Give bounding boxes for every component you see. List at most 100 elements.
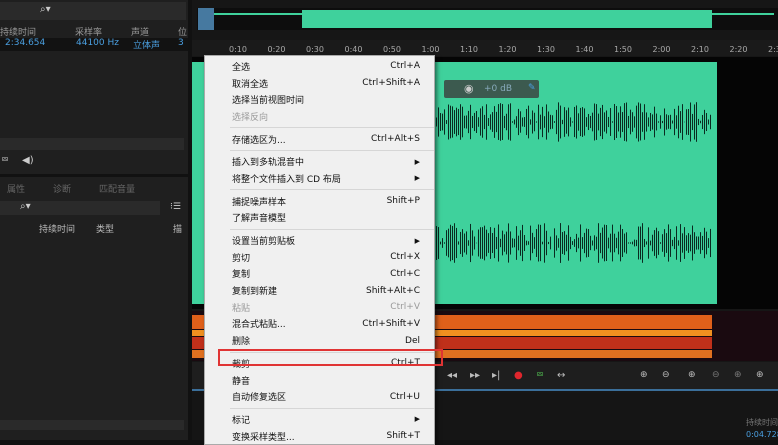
- menu-item[interactable]: 设置当前剪贴板▶: [205, 232, 434, 249]
- panel-divider: [0, 174, 190, 177]
- waveform-spike: [630, 110, 631, 135]
- waveform-spike: [456, 228, 457, 258]
- zoom-amplitude-out-icon[interactable]: ⊖: [662, 370, 670, 380]
- menu-item[interactable]: 插入到多轨混音中▶: [205, 153, 434, 170]
- ruler-tick: 1:00: [422, 45, 440, 54]
- waveform-spike: [460, 232, 461, 254]
- waveform-spike: [592, 240, 593, 245]
- col-bits[interactable]: 位: [178, 25, 187, 38]
- waveform-spike: [532, 110, 533, 133]
- waveform-spike: [632, 112, 633, 132]
- menu-item[interactable]: 标记▶: [205, 411, 434, 428]
- zoom-out-icon[interactable]: ⊖: [712, 370, 720, 380]
- zoom-selection-icon[interactable]: ⊕: [734, 370, 742, 380]
- waveform-spike: [668, 224, 669, 261]
- waveform-spike: [520, 230, 521, 256]
- menu-item-shortcut: Shift+Alt+C: [366, 286, 420, 296]
- waveform-spike: [632, 242, 633, 245]
- list-options-icon[interactable]: ⁝☰: [170, 202, 181, 212]
- menu-item[interactable]: 将整个文件插入到 CD 布局▶: [205, 170, 434, 187]
- menu-item[interactable]: 混合式粘贴...Ctrl+Shift+V: [205, 316, 434, 333]
- lower-search-input[interactable]: ⌕▾: [0, 201, 160, 215]
- menu-item[interactable]: 粘贴Ctrl+V: [205, 299, 434, 316]
- file-row[interactable]: 2:34.654 44100 Hz 立体声 3: [0, 38, 188, 51]
- waveform-spike: [538, 105, 539, 140]
- menu-item[interactable]: 存储选区为...Ctrl+Alt+S: [205, 131, 434, 148]
- pin-icon[interactable]: ✎: [528, 83, 536, 93]
- menu-item[interactable]: 静音: [205, 372, 434, 389]
- menu-item-label: 自动修复选区: [232, 390, 390, 403]
- waveform-spike: [452, 106, 453, 137]
- menu-item[interactable]: 复制到新建Shift+Alt+C: [205, 282, 434, 299]
- waveform-spike: [544, 223, 545, 262]
- search-input[interactable]: ⌕▾: [0, 2, 186, 20]
- hud-volume[interactable]: ◉ +0 dB ✎: [444, 80, 539, 98]
- waveform-spike: [506, 114, 507, 131]
- menu-item[interactable]: 全选Ctrl+A: [205, 58, 434, 75]
- waveform-spike: [700, 232, 701, 254]
- col-sample-rate[interactable]: 采样率: [75, 25, 102, 38]
- menu-item[interactable]: 复制Ctrl+C: [205, 266, 434, 283]
- export-icon[interactable]: ⮹: [1, 155, 9, 166]
- waveform-spike: [550, 237, 551, 250]
- waveform-spike: [564, 107, 565, 137]
- menu-item[interactable]: 删除Del: [205, 332, 434, 349]
- waveform-spike: [678, 240, 679, 245]
- skip-selection-icon[interactable]: ↔: [557, 370, 565, 381]
- menu-item[interactable]: 变换采样类型...Shift+T: [205, 428, 434, 445]
- waveform-spike: [512, 121, 513, 122]
- tab-properties[interactable]: 属性: [7, 182, 25, 195]
- waveform-spike: [628, 242, 629, 243]
- files-header: 持续时间 采样率 声道 位: [0, 25, 190, 37]
- menu-item[interactable]: 捕捉噪声样本Shift+P: [205, 193, 434, 210]
- col-type[interactable]: 类型: [96, 222, 114, 235]
- waveform-spike: [494, 228, 495, 258]
- waveform-spike: [686, 109, 687, 135]
- zoom-in-icon[interactable]: ⊕: [688, 370, 696, 380]
- volume-knob-icon[interactable]: ◉: [464, 82, 474, 95]
- fast-forward-icon[interactable]: ▸▸: [470, 370, 480, 381]
- zoom-full-icon[interactable]: ⊕: [756, 370, 764, 380]
- menu-item-label: 将整个文件插入到 CD 布局: [232, 172, 415, 185]
- waveform-spike: [658, 121, 659, 122]
- col-duration[interactable]: 持续时间: [0, 25, 36, 38]
- waveform-spike: [708, 238, 709, 248]
- submenu-arrow-icon: ▶: [415, 174, 420, 182]
- waveform-spike: [586, 229, 587, 258]
- waveform-spike: [590, 236, 591, 250]
- menu-item-label: 复制: [232, 267, 390, 280]
- ruler-tick: 0:10: [229, 45, 247, 54]
- rewind-icon[interactable]: ◂◂: [447, 370, 457, 381]
- menu-item-label: 变换采样类型...: [232, 430, 387, 443]
- skip-end-icon[interactable]: ▸|: [492, 370, 500, 381]
- zoom-amplitude-in-icon[interactable]: ⊕: [640, 370, 648, 380]
- speaker-icon[interactable]: ◀): [22, 155, 34, 166]
- col-description[interactable]: 描: [173, 222, 182, 235]
- record-icon[interactable]: ●: [514, 370, 523, 381]
- menu-item-shortcut: Ctrl+U: [390, 392, 420, 402]
- lower-scrollbar[interactable]: [0, 420, 184, 430]
- waveform-spike: [528, 106, 529, 139]
- col-duration[interactable]: 持续时间: [39, 222, 75, 235]
- waveform-spike: [522, 117, 523, 126]
- tab-match-loudness[interactable]: 匹配音量: [99, 182, 135, 195]
- menu-item[interactable]: 选择当前视图时间: [205, 91, 434, 108]
- waveform-spike: [510, 103, 511, 140]
- horizontal-scrollbar[interactable]: [0, 138, 184, 150]
- menu-item[interactable]: 选择反向: [205, 108, 434, 125]
- waveform-spike: [502, 104, 503, 140]
- menu-item[interactable]: 取消全选Ctrl+Shift+A: [205, 75, 434, 92]
- menu-item[interactable]: 了解声音模型: [205, 210, 434, 227]
- waveform-spike: [440, 242, 441, 245]
- waveform-spike: [600, 233, 601, 253]
- menu-item[interactable]: 自动修复选区Ctrl+U: [205, 388, 434, 405]
- export-loop-icon[interactable]: ⮹: [536, 370, 544, 381]
- waveform-spike: [684, 227, 685, 259]
- waveform-spike: [618, 232, 619, 255]
- waveform-spike: [704, 228, 705, 258]
- waveform-spike: [440, 113, 441, 131]
- menu-item[interactable]: 剪切Ctrl+X: [205, 249, 434, 266]
- tab-diagnostics[interactable]: 诊断: [53, 182, 71, 195]
- col-channels[interactable]: 声道: [131, 25, 149, 38]
- waveform-spike: [468, 111, 469, 133]
